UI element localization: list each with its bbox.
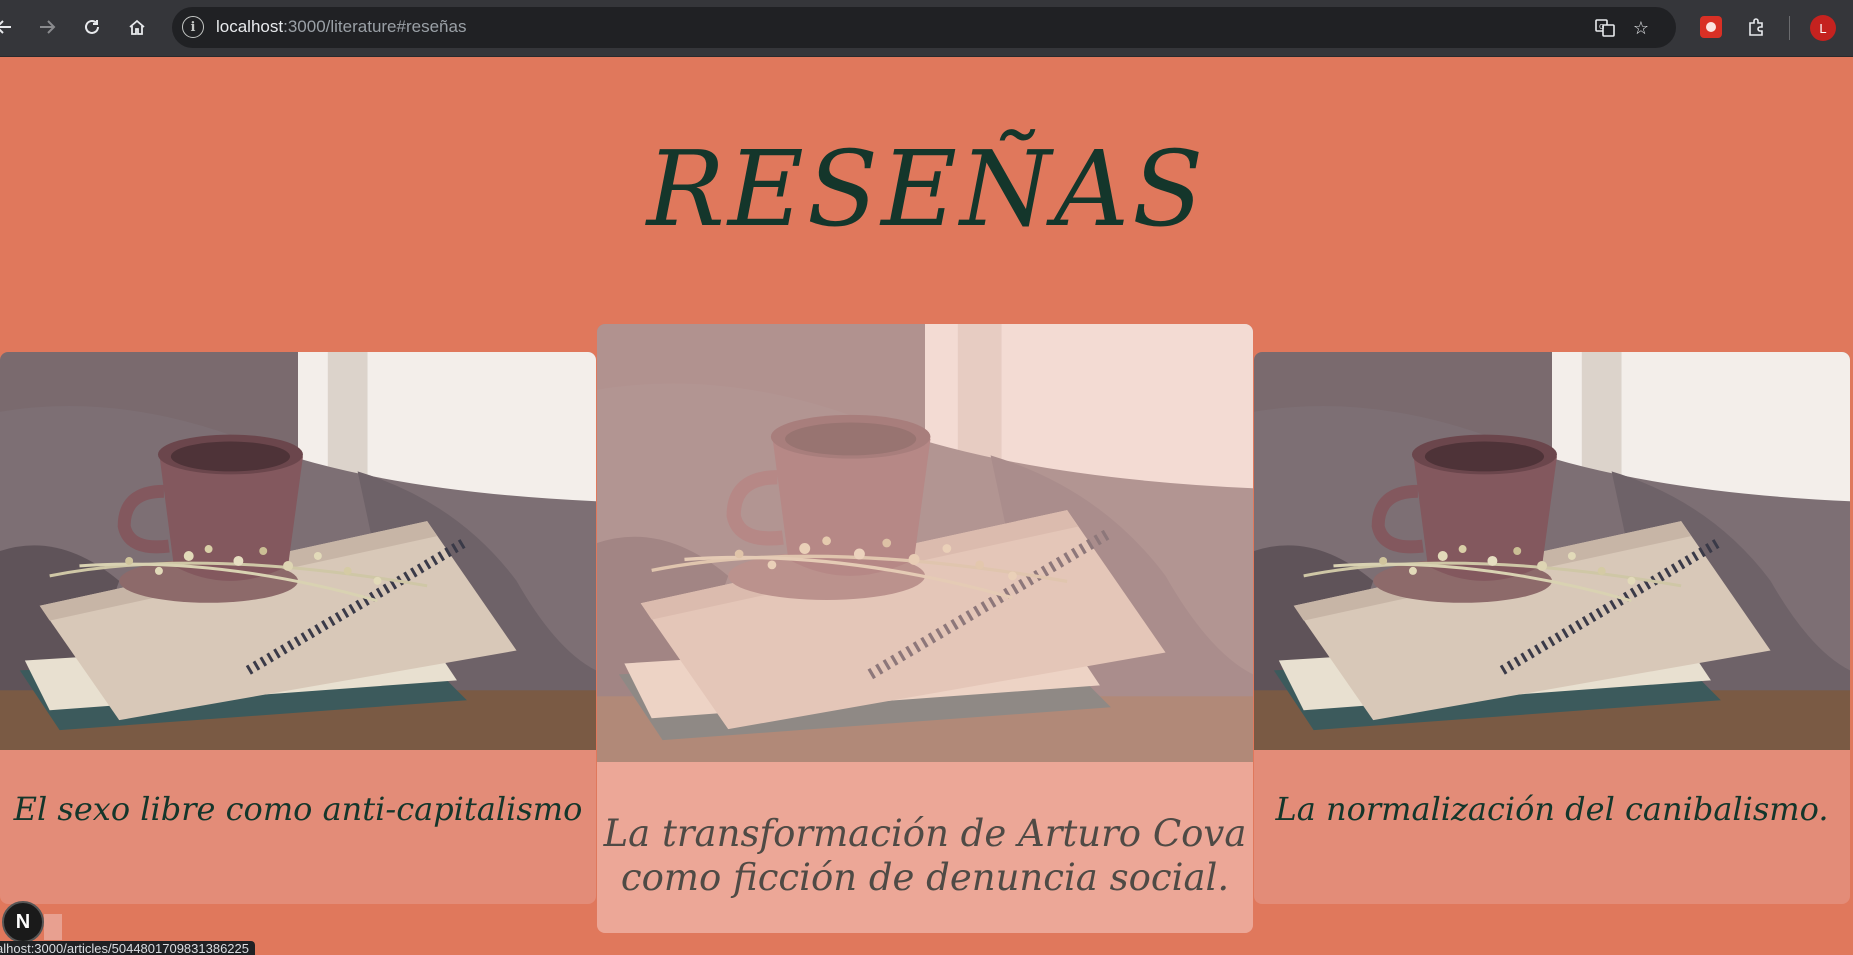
- translate-icon[interactable]: G: [1592, 15, 1618, 41]
- card-image: [0, 352, 596, 750]
- card-title[interactable]: El sexo libre como anti-capitalismo: [0, 790, 596, 828]
- puzzle-icon[interactable]: [1740, 11, 1772, 43]
- url-path: :3000/literature#reseñas: [283, 17, 467, 36]
- card-title[interactable]: La normalización del canibalismo.: [1254, 790, 1850, 828]
- toolbar-divider: [1789, 16, 1790, 40]
- browser-toolbar: i localhost:3000/literature#reseñas G ☆ …: [0, 0, 1853, 57]
- card-title[interactable]: La transformación de Arturo Cova como fi…: [597, 812, 1253, 900]
- review-card[interactable]: La normalización del canibalismo.: [1254, 352, 1850, 904]
- forward-icon[interactable]: [31, 11, 63, 43]
- review-card[interactable]: El sexo libre como anti-capitalismo: [0, 352, 596, 904]
- nextjs-devtools-badge[interactable]: N: [2, 901, 44, 943]
- page-title: RESEÑAS: [646, 128, 1207, 250]
- reload-icon[interactable]: [76, 11, 108, 43]
- extension-icon[interactable]: [1700, 16, 1722, 38]
- url-host: localhost: [216, 17, 284, 36]
- card-title-line: La transformación de Arturo Cova: [603, 812, 1247, 855]
- status-bar-url: alhost:3000/articles/5044801709831386225: [0, 941, 255, 955]
- devtools-tab: [44, 914, 62, 940]
- back-icon[interactable]: [0, 11, 20, 43]
- info-icon[interactable]: i: [182, 16, 204, 38]
- star-icon[interactable]: ☆: [1628, 15, 1654, 41]
- card-title-line: como ficción de denuncia social.: [620, 856, 1230, 899]
- review-card-featured[interactable]: La transformación de Arturo Cova como fi…: [597, 324, 1253, 933]
- card-image: [1254, 352, 1850, 750]
- address-bar[interactable]: i localhost:3000/literature#reseñas G ☆: [172, 7, 1676, 48]
- url-text[interactable]: localhost:3000/literature#reseñas: [216, 17, 466, 37]
- avatar[interactable]: L: [1810, 15, 1836, 41]
- svg-text:G: G: [1599, 23, 1604, 31]
- home-icon[interactable]: [121, 11, 153, 43]
